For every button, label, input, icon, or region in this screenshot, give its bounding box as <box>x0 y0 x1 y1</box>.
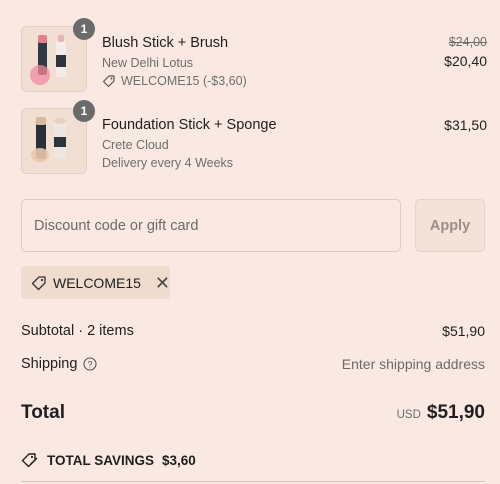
total-savings: TOTAL SAVINGS $3,60 <box>21 452 196 468</box>
applied-code-label: WELCOME15 <box>52 274 141 291</box>
shipping-value: Enter shipping address <box>341 356 485 372</box>
shipping-label-group: Shipping ? <box>21 356 97 372</box>
apply-button[interactable]: Apply <box>415 199 485 252</box>
subtotal-label: Subtotal · 2 items <box>21 323 134 339</box>
product-thumbnail: 1 <box>21 100 95 174</box>
help-circle-icon[interactable]: ? <box>83 357 97 371</box>
product-thumbnail: 1 <box>21 18 95 92</box>
line-item: 1 Blush Stick + Brush New Delhi Lotus WE… <box>21 18 487 92</box>
svg-text:?: ? <box>88 359 93 369</box>
item-discount-label: WELCOME15 (-$3,60) <box>121 74 247 88</box>
item-discount: WELCOME15 (-$3,60) <box>102 72 247 90</box>
shipping-label: Shipping <box>21 356 78 372</box>
quantity-badge: 1 <box>73 100 95 122</box>
discount-code-input[interactable] <box>21 199 401 252</box>
applied-discount-tag: WELCOME15 ✕ <box>21 266 170 299</box>
original-price: $24,00 <box>448 35 487 49</box>
item-price: $20,40 <box>444 53 487 69</box>
line-item: 1 Foundation Stick + Sponge Crete Cloud … <box>21 100 487 174</box>
product-name: Blush Stick + Brush <box>102 35 229 51</box>
tag-icon <box>102 75 115 88</box>
savings-value: $3,60 <box>162 452 196 468</box>
item-price: $31,50 <box>444 117 487 133</box>
savings-tag-icon <box>21 452 38 468</box>
subtotal-value: $51,90 <box>442 323 485 339</box>
close-icon[interactable]: ✕ <box>155 274 170 292</box>
tag-icon <box>31 275 46 290</box>
currency-code: USD <box>396 409 421 421</box>
savings-label: TOTAL SAVINGS <box>47 452 155 468</box>
product-variant: New Delhi Lotus <box>102 56 194 70</box>
product-variant: Crete Cloud <box>102 138 169 152</box>
quantity-badge: 1 <box>73 18 95 40</box>
total-label: Total <box>21 402 65 423</box>
shipping-row: Shipping ? Enter shipping address <box>21 356 485 372</box>
subtotal-row: Subtotal · 2 items $51,90 <box>21 323 485 339</box>
total-value: $51,90 <box>426 402 485 423</box>
divider <box>21 481 485 482</box>
total-row: Total USD $51,90 <box>21 402 485 424</box>
product-name: Foundation Stick + Sponge <box>102 117 277 133</box>
delivery-frequency: Delivery every 4 Weeks <box>102 156 234 170</box>
